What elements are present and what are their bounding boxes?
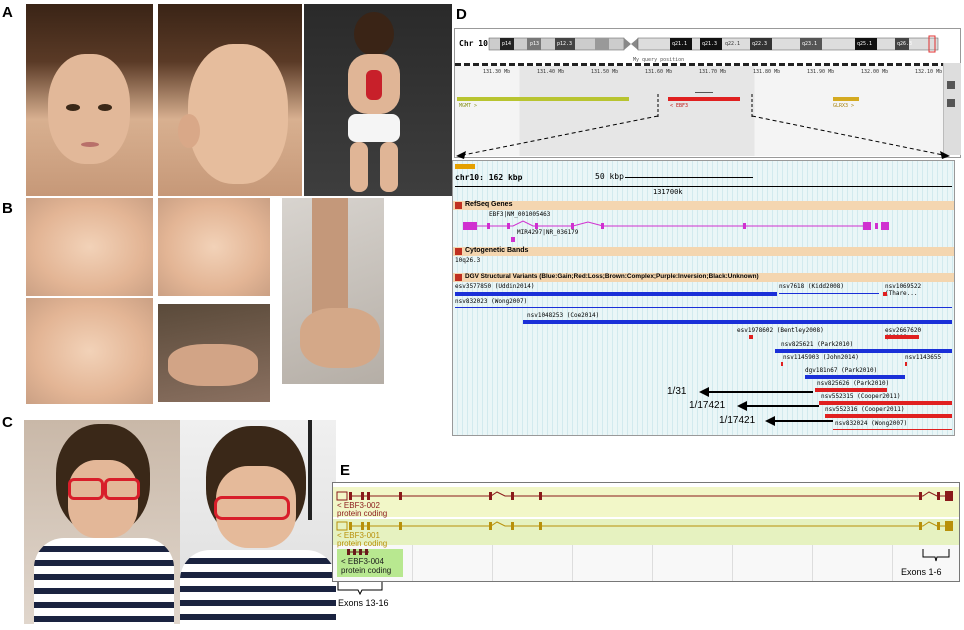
photo-girl-side	[180, 420, 336, 624]
gene-bar-small	[695, 92, 713, 93]
gene-label-ebf3: < EBF3	[670, 103, 689, 109]
ruler-tick-4: 131.70 Mb	[699, 69, 727, 75]
band-q22-3: q22.3	[752, 41, 768, 47]
photo-foot-side	[158, 304, 270, 402]
panel-label-a: A	[2, 4, 13, 21]
band-q25-1: q25.1	[857, 41, 873, 47]
exons-left-label: Exons 13-16	[338, 598, 389, 608]
frequency-arrows	[699, 387, 833, 426]
gene-bar-ebf3	[668, 97, 740, 101]
photo-full-body	[304, 4, 452, 196]
gene-bar-mgmt	[457, 97, 629, 101]
band-q23-1: q23.1	[802, 41, 818, 47]
photo-feet-top	[26, 298, 153, 404]
gene-label-glrx3: GLRX3 >	[833, 103, 855, 109]
genome-browser-panel: Chr 10 p14 p13 p12.3 q21.1 q21.3 q22.1 q…	[454, 28, 961, 158]
band-q21-1: q21.1	[672, 41, 688, 47]
browser-side-strip	[943, 63, 961, 155]
ruler-tick-0: 131.30 Mb	[483, 69, 511, 75]
transcript-002-model	[336, 491, 953, 501]
exon-bracket-right	[922, 549, 950, 562]
transcript-panel: < EBF3-002 protein coding < EBF3-001 pro…	[332, 482, 960, 582]
ruler-tick-8: 132.10 Mb	[915, 69, 943, 75]
ruler-tick-1: 131.40 Mb	[537, 69, 565, 75]
band-q26-3: q26.3	[897, 41, 913, 47]
ruler-tick-7: 132.00 Mb	[861, 69, 889, 75]
band-q21-3: q21.3	[702, 41, 718, 47]
ruler-tick-6: 131.90 Mb	[807, 69, 835, 75]
gene-bar-glrx3	[833, 97, 859, 101]
gene-label-mgmt: MGMT >	[459, 103, 478, 109]
ruler-tick-3: 131.60 Mb	[645, 69, 673, 75]
photo-ankle	[282, 198, 384, 384]
panel-label-c: C	[2, 414, 13, 431]
photo-hand-palm	[26, 198, 153, 296]
panel-label-e: E	[340, 462, 351, 479]
band-p14: p14	[502, 41, 512, 47]
ruler-bar	[455, 63, 943, 66]
transcript-004-name: < EBF3-004	[341, 557, 384, 566]
transcript-004-type: protein coding	[341, 566, 392, 575]
panel-label-b: B	[2, 200, 13, 217]
exon-bracket-left	[337, 582, 383, 596]
browser-track-area	[455, 63, 943, 156]
browser-scroll-button[interactable]	[947, 81, 955, 89]
band-p13: p13	[530, 41, 540, 47]
ruler-tick-5: 131.80 Mb	[753, 69, 781, 75]
transcript-001-model	[336, 521, 953, 531]
transcript-grid	[333, 545, 959, 581]
ruler-tick-2: 131.50 Mb	[591, 69, 619, 75]
browser-scroll-button[interactable]	[947, 99, 955, 107]
transcript-004-model	[347, 549, 369, 555]
photo-face-front	[26, 4, 153, 196]
photo-hand-fist	[158, 198, 270, 296]
band-q22-1: q22.1	[725, 41, 741, 47]
band-p12-3: p12.3	[557, 41, 573, 47]
panel-label-d: D	[456, 6, 467, 23]
ucsc-panel: chr10: 162 kbp 50 kbp 131700k RefSeq Gen…	[452, 160, 955, 436]
photo-girl-front	[24, 420, 180, 624]
exons-right-label: Exons 1-6	[901, 567, 942, 577]
photo-face-side	[158, 4, 302, 196]
